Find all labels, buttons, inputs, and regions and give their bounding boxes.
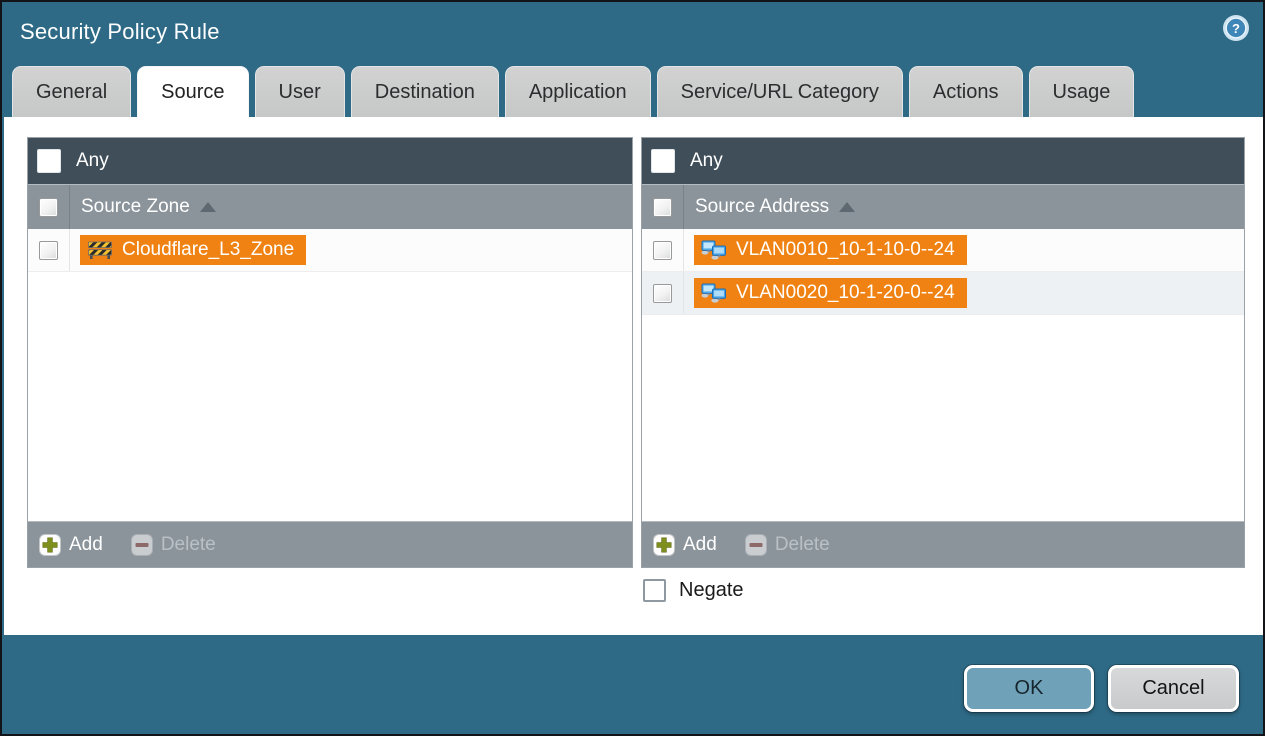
add-icon — [39, 533, 61, 556]
address-name: VLAN0010_10-1-10-0--24 — [736, 239, 955, 260]
add-icon — [653, 533, 675, 556]
source-address-any-bar: Any — [642, 138, 1244, 184]
row-checkbox[interactable] — [653, 283, 672, 303]
add-button[interactable]: Add — [39, 533, 103, 556]
add-label: Add — [69, 533, 103, 555]
source-zone-any-label: Any — [76, 150, 109, 171]
source-address-toolbar: Add Delete — [642, 521, 1244, 567]
negate-row: Negate — [643, 579, 744, 602]
security-policy-rule-dialog: Security Policy Rule ? General Source Us… — [0, 0, 1265, 736]
source-zone-column-label: Source Zone — [81, 196, 190, 217]
delete-label: Delete — [160, 533, 216, 555]
source-address-panel: Any Source Address VLAN0010_10-1-10-0--2… — [641, 137, 1245, 568]
source-zone-column-header[interactable]: Source Zone — [28, 184, 632, 229]
title-bar: Security Policy Rule ? — [2, 2, 1263, 64]
tab-actions[interactable]: Actions — [908, 66, 1023, 117]
address-name: VLAN0020_10-1-20-0--24 — [736, 282, 955, 303]
tab-service-url-category[interactable]: Service/URL Category — [656, 66, 903, 117]
add-label: Add — [683, 533, 717, 555]
source-address-column-label: Source Address — [695, 196, 830, 217]
tab-application[interactable]: Application — [504, 66, 651, 117]
source-zone-panel: Any Source Zone Cloudflare_L3_Zone Add D… — [27, 137, 633, 568]
help-icon[interactable]: ? — [1222, 14, 1250, 42]
add-button[interactable]: Add — [653, 533, 717, 556]
delete-icon — [130, 533, 153, 556]
table-row[interactable]: VLAN0010_10-1-10-0--24 — [642, 229, 1244, 272]
delete-button[interactable]: Delete — [130, 533, 216, 556]
row-checkbox[interactable] — [653, 240, 672, 260]
table-row[interactable]: VLAN0020_10-1-20-0--24 — [642, 272, 1244, 315]
source-tab-content: Any Source Zone Cloudflare_L3_Zone Add D… — [4, 117, 1263, 635]
tab-usage[interactable]: Usage — [1028, 66, 1135, 117]
negate-label: Negate — [679, 579, 744, 601]
address-tag[interactable]: VLAN0010_10-1-10-0--24 — [694, 235, 967, 265]
address-icon — [701, 283, 726, 303]
address-icon — [701, 240, 726, 260]
tab-destination[interactable]: Destination — [350, 66, 499, 117]
zone-name: Cloudflare_L3_Zone — [122, 239, 295, 260]
tab-general[interactable]: General — [12, 66, 132, 117]
address-tag[interactable]: VLAN0020_10-1-20-0--24 — [694, 278, 967, 308]
source-address-any-checkbox[interactable] — [651, 149, 675, 173]
source-zone-list: Cloudflare_L3_Zone — [28, 229, 632, 521]
delete-label: Delete — [774, 533, 830, 555]
sort-ascending-icon — [199, 202, 216, 212]
source-address-select-all-checkbox[interactable] — [653, 197, 672, 217]
row-checkbox[interactable] — [39, 240, 58, 260]
negate-checkbox[interactable] — [643, 579, 666, 602]
sort-ascending-icon — [839, 202, 856, 212]
zone-tag[interactable]: Cloudflare_L3_Zone — [80, 235, 307, 265]
tab-bar: General Source User Destination Applicat… — [12, 66, 1135, 119]
tab-user[interactable]: User — [254, 66, 345, 117]
source-address-list: VLAN0010_10-1-10-0--24 VLAN0020_10-1-20-… — [642, 229, 1244, 521]
delete-icon — [744, 533, 767, 556]
svg-text:?: ? — [1232, 21, 1240, 36]
dialog-title: Security Policy Rule — [20, 19, 220, 44]
source-zone-toolbar: Add Delete — [28, 521, 632, 567]
ok-button[interactable]: OK — [964, 665, 1094, 712]
table-row[interactable]: Cloudflare_L3_Zone — [28, 229, 632, 272]
source-address-any-label: Any — [690, 150, 723, 171]
tab-source[interactable]: Source — [137, 66, 249, 119]
delete-button[interactable]: Delete — [744, 533, 830, 556]
source-zone-select-all-checkbox[interactable] — [39, 197, 58, 217]
cancel-button[interactable]: Cancel — [1108, 665, 1239, 712]
source-zone-any-bar: Any — [28, 138, 632, 184]
zone-icon — [88, 241, 112, 259]
source-address-column-header[interactable]: Source Address — [642, 184, 1244, 229]
source-zone-any-checkbox[interactable] — [37, 149, 61, 173]
